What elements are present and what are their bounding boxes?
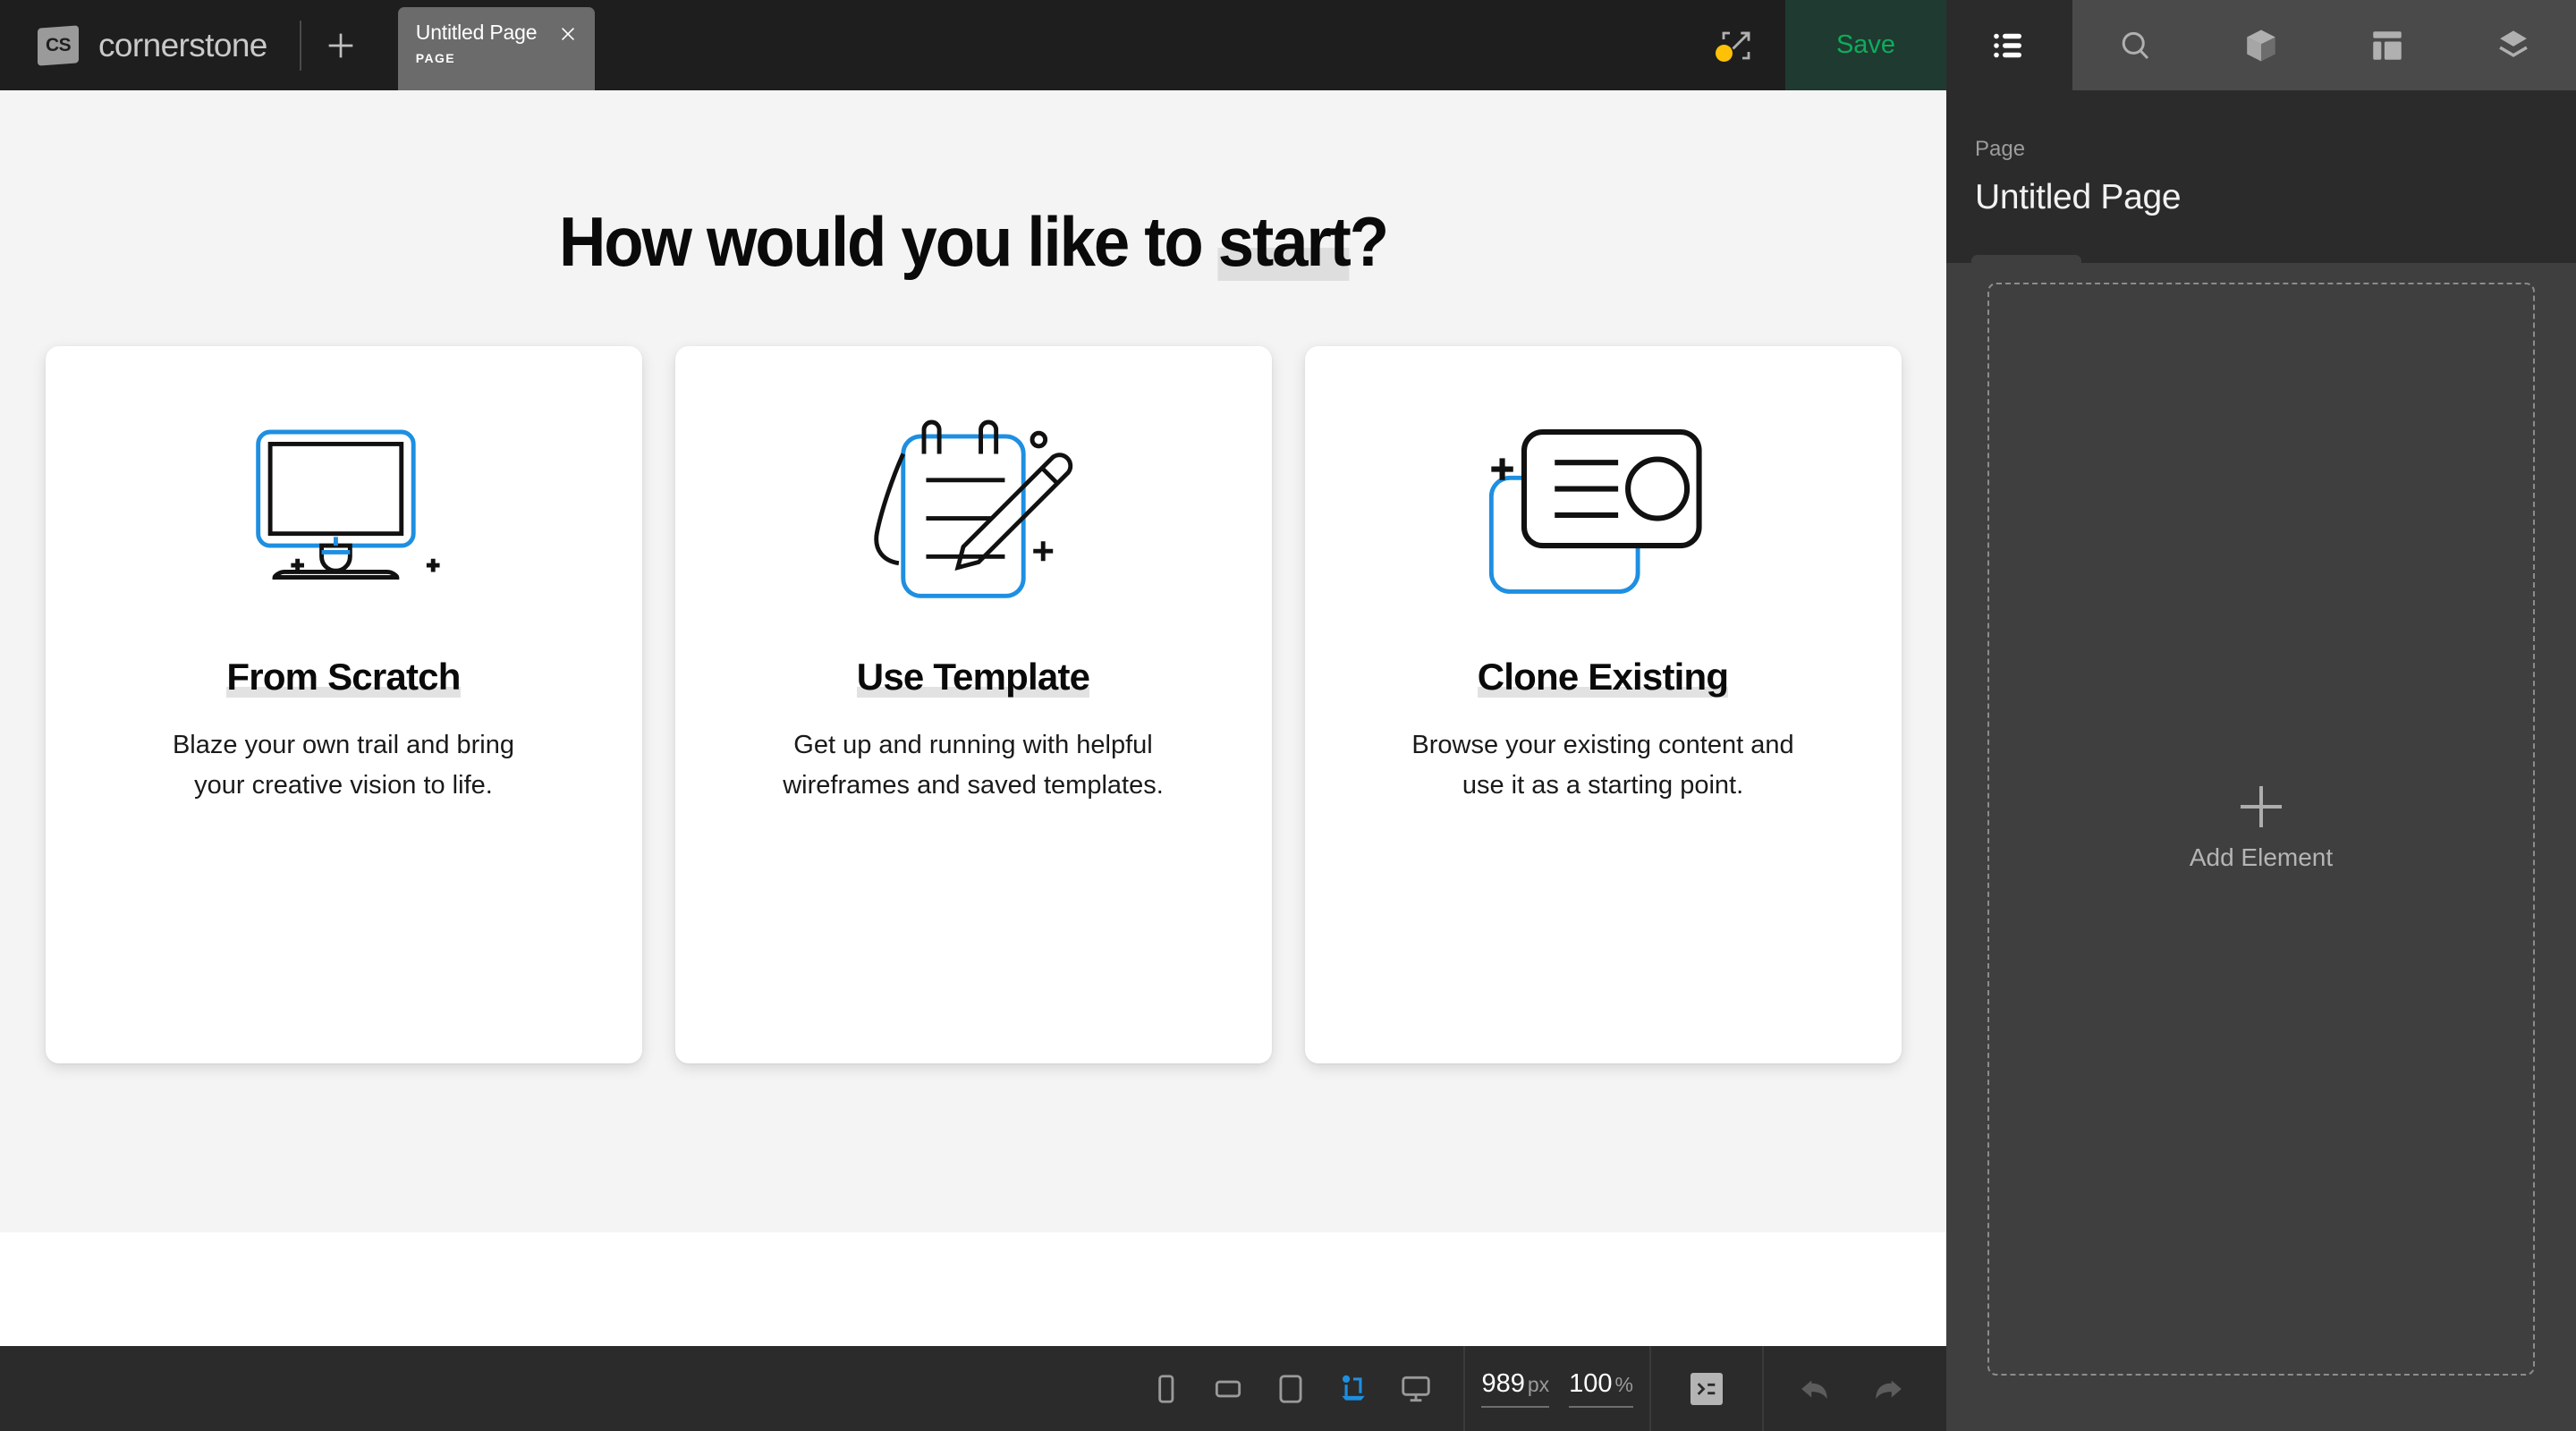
page-tab-title: Untitled Page (416, 21, 579, 44)
preview-button[interactable] (1687, 0, 1785, 90)
undo-arrow-icon (1799, 1372, 1833, 1406)
new-tab-button[interactable] (301, 0, 380, 90)
canvas-content: How would you like to start? (0, 90, 1946, 1232)
zoom-level-unit: % (1615, 1373, 1633, 1397)
viewport-width-value: 989 (1481, 1369, 1524, 1399)
duplicate-card-icon (1469, 412, 1737, 609)
card-use-template[interactable]: Use Template Get up and running with hel… (675, 346, 1272, 1063)
card-clone-existing[interactable]: Clone Existing Browse your existing cont… (1305, 346, 1902, 1063)
save-button-label: Save (1836, 30, 1895, 60)
panel-tab-modules[interactable] (2199, 0, 2325, 90)
toolbar-divider (1762, 1346, 1764, 1431)
device-laptop[interactable] (1322, 1346, 1385, 1431)
undo-button[interactable] (1780, 1346, 1852, 1431)
brand-name: cornerstone (98, 27, 267, 64)
cs-logo-text: CS (46, 35, 71, 56)
viewport-width[interactable]: 989 px (1481, 1369, 1549, 1408)
top-bar: CS cornerstone Untitled Page PAGE (0, 0, 1946, 90)
start-option-cards: From Scratch Blaze your own trail and br… (0, 346, 1946, 1063)
card-description: Blaze your own trail and bring your crea… (147, 725, 540, 806)
tablet-icon (1274, 1372, 1308, 1406)
viewport-measurements: 989 px 100 % (1481, 1369, 1633, 1408)
add-element-dropzone[interactable]: Add Element (1987, 283, 2535, 1376)
headline-post: ? (1350, 202, 1387, 281)
phone-portrait-icon (1148, 1372, 1182, 1406)
panel-tab-layout[interactable] (2324, 0, 2450, 90)
phone-landscape-icon (1211, 1372, 1245, 1406)
card-description: Get up and running with helpful wirefram… (776, 725, 1170, 806)
device-tablet[interactable] (1259, 1346, 1322, 1431)
unsaved-changes-indicator (1716, 45, 1733, 62)
plus-icon (2241, 786, 2282, 827)
device-phone-portrait[interactable] (1134, 1346, 1197, 1431)
redo-button[interactable] (1852, 1346, 1923, 1431)
notepad-pencil-icon (839, 412, 1107, 609)
save-button[interactable]: Save (1785, 0, 1946, 90)
page-title: How would you like to start? (68, 90, 1878, 283)
console-code-icon (1690, 1373, 1723, 1405)
brand: CS cornerstone (0, 0, 267, 90)
panel-tab-outline[interactable] (1946, 0, 2072, 90)
device-phone-landscape[interactable] (1197, 1346, 1259, 1431)
card-title: Use Template (857, 656, 1089, 699)
search-icon (2116, 27, 2154, 64)
desktop-icon (1399, 1372, 1433, 1406)
right-panel: Page Untitled Page Outline Settings Add … (1946, 90, 2576, 1431)
zoom-level[interactable]: 100 % (1569, 1369, 1633, 1408)
bottom-toolbar: 989 px 100 % (0, 1346, 1946, 1431)
outline-list-icon (1990, 27, 2028, 64)
page-tab-subtitle: PAGE (416, 51, 579, 65)
headline-highlight: start (1218, 202, 1350, 281)
card-from-scratch[interactable]: From Scratch Blaze your own trail and br… (46, 346, 642, 1063)
cs-logo-icon: CS (38, 25, 79, 65)
page-builder-app: CS cornerstone Untitled Page PAGE (0, 0, 2576, 1431)
page-tab[interactable]: Untitled Page PAGE (398, 7, 595, 90)
console-button[interactable] (1667, 1346, 1746, 1431)
headline-pre: How would you like to (559, 202, 1218, 281)
device-desktop[interactable] (1385, 1346, 1447, 1431)
add-element-label: Add Element (2190, 843, 2333, 872)
device-preview-group (1134, 1346, 1447, 1431)
panel-icon-bar (1946, 0, 2576, 90)
panel-page-title: Untitled Page (1946, 162, 2576, 217)
module-box-icon (2242, 27, 2280, 64)
panel-breadcrumb: Page (1946, 90, 2576, 162)
history-controls (1780, 1346, 1923, 1431)
zoom-level-value: 100 (1569, 1369, 1612, 1399)
redo-arrow-icon (1870, 1372, 1904, 1406)
layers-icon (2495, 27, 2532, 64)
layout-icon (2368, 27, 2406, 64)
viewport-width-unit: px (1528, 1373, 1549, 1397)
toolbar-divider (1463, 1346, 1465, 1431)
card-title: From Scratch (226, 656, 460, 699)
laptop-icon (1336, 1372, 1370, 1406)
page-canvas: How would you like to start? (0, 90, 1946, 1346)
panel-tab-layers[interactable] (2450, 0, 2576, 90)
monitor-plus-icon (209, 412, 478, 609)
plus-icon (323, 28, 359, 64)
card-title: Clone Existing (1478, 656, 1729, 699)
card-description: Browse your existing content and use it … (1406, 725, 1800, 806)
topbar-spacer (595, 0, 1687, 90)
panel-outline-canvas: Add Element (1946, 263, 2576, 1431)
panel-tab-search[interactable] (2072, 0, 2199, 90)
toolbar-divider (1649, 1346, 1651, 1431)
close-icon[interactable] (555, 21, 580, 47)
